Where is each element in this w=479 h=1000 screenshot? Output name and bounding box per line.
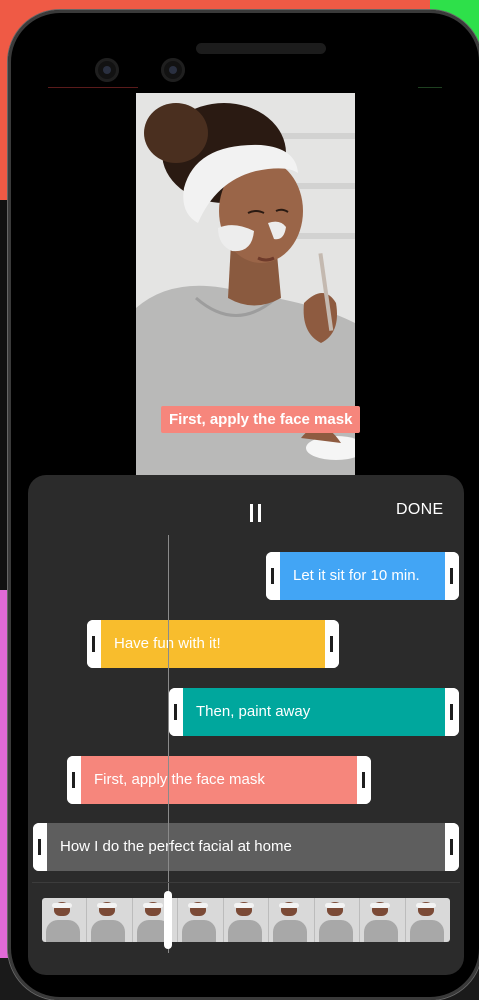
caption-track[interactable]: First, apply the face mask	[67, 756, 371, 804]
video-filmstrip[interactable]	[42, 898, 450, 942]
status-line	[48, 87, 138, 88]
trim-end-handle[interactable]	[445, 552, 459, 600]
filmstrip-frame	[87, 898, 133, 942]
trim-start-handle[interactable]	[67, 756, 81, 804]
trim-end-handle[interactable]	[445, 823, 459, 871]
caption-track[interactable]: Have fun with it!	[87, 620, 339, 668]
trim-start-handle[interactable]	[169, 688, 183, 736]
trim-start-handle[interactable]	[33, 823, 47, 871]
caption-track-label: First, apply the face mask	[94, 771, 265, 788]
filmstrip-frame	[360, 898, 406, 942]
filmstrip-frame	[178, 898, 224, 942]
filmstrip-frame	[314, 898, 361, 942]
timeline-divider	[32, 882, 460, 883]
filmstrip-frame	[42, 898, 88, 942]
caption-track[interactable]: Let it sit for 10 min.	[266, 552, 459, 600]
pause-button[interactable]	[246, 502, 266, 524]
front-camera-icon	[95, 58, 119, 82]
pause-icon	[258, 504, 261, 522]
trim-end-handle[interactable]	[445, 688, 459, 736]
pause-icon	[250, 504, 253, 522]
front-camera-icon	[161, 58, 185, 82]
done-button[interactable]: DONE	[396, 501, 443, 519]
speaker-grille	[196, 43, 326, 54]
filmstrip-frame	[223, 898, 270, 942]
filmstrip-frame	[269, 898, 315, 942]
caption-track[interactable]: Then, paint away	[169, 688, 459, 736]
trim-end-handle[interactable]	[357, 756, 371, 804]
caption-track-label: Then, paint away	[196, 703, 311, 720]
trim-start-handle[interactable]	[266, 552, 280, 600]
caption-track[interactable]: How I do the perfect facial at home	[33, 823, 459, 871]
trim-end-handle[interactable]	[325, 620, 339, 668]
status-line	[418, 87, 442, 88]
caption-track-label: Let it sit for 10 min.	[293, 567, 420, 584]
caption-track-label: How I do the perfect facial at home	[60, 838, 292, 855]
filmstrip-frame	[405, 898, 450, 942]
timeline-scrubber-handle[interactable]	[164, 891, 172, 949]
trim-start-handle[interactable]	[87, 620, 101, 668]
video-caption-overlay: First, apply the face mask	[161, 406, 361, 433]
